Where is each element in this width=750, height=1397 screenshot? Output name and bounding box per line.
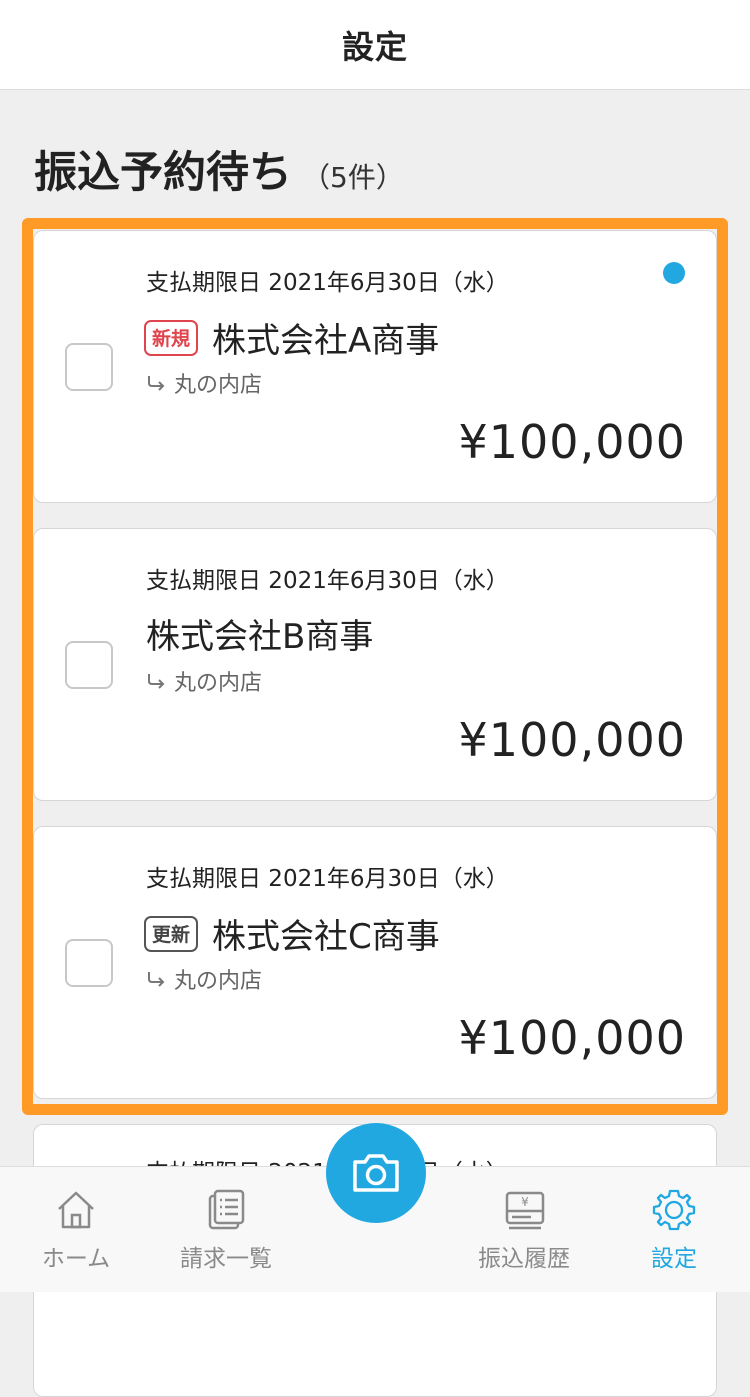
amount: ¥100,000 xyxy=(458,415,686,469)
due-date: 支払期限日 2021年6月30日（水） xyxy=(146,568,509,594)
tab-history[interactable]: ¥ 振込履歴 xyxy=(449,1167,599,1293)
unread-indicator xyxy=(663,262,685,284)
branch-row: 丸の内店 xyxy=(146,367,262,399)
tab-invoices-label: 請求一覧 xyxy=(180,1246,272,1272)
update-badge: 更新 xyxy=(144,915,199,952)
return-arrow-icon xyxy=(148,972,165,987)
transfer-history-icon: ¥ xyxy=(505,1191,545,1230)
section-title: 振込予約待ち xyxy=(34,148,292,198)
tab-home-label: ホーム xyxy=(41,1246,111,1272)
tab-history-label: 振込履歴 xyxy=(478,1246,570,1272)
transfer-card[interactable]: 支払期限日 2021年6月30日（水） 株式会社B商事 丸の内店 ¥100,00… xyxy=(33,528,717,801)
select-checkbox[interactable] xyxy=(65,939,113,987)
app-header: 設定 xyxy=(0,0,750,90)
tab-settings[interactable]: 設定 xyxy=(599,1167,749,1293)
company-name: 株式会社B商事 xyxy=(146,617,374,657)
tab-settings-label: 設定 xyxy=(651,1246,697,1272)
tab-home[interactable]: ホーム xyxy=(1,1167,151,1293)
new-badge: 新規 xyxy=(144,319,199,356)
company-name: 株式会社A商事 xyxy=(212,321,440,361)
section-count: （5件） xyxy=(302,161,404,194)
branch-row: 丸の内店 xyxy=(146,963,262,995)
tab-invoices[interactable]: 請求一覧 xyxy=(151,1167,301,1293)
amount: ¥100,000 xyxy=(458,1011,686,1065)
select-checkbox[interactable] xyxy=(65,343,113,391)
branch-row: 丸の内店 xyxy=(146,665,262,697)
branch-name: 丸の内店 xyxy=(174,671,263,696)
invoice-list-icon xyxy=(208,1189,245,1230)
branch-name: 丸の内店 xyxy=(174,969,263,994)
camera-button[interactable] xyxy=(326,1123,426,1223)
camera-icon xyxy=(353,1154,399,1192)
amount: ¥100,000 xyxy=(458,713,686,767)
section-heading: 振込予約待ち （5件） xyxy=(34,138,404,200)
page-title: 設定 xyxy=(341,27,408,66)
svg-text:¥: ¥ xyxy=(521,1195,529,1209)
select-checkbox[interactable] xyxy=(65,641,113,689)
gear-icon xyxy=(652,1189,696,1231)
home-icon xyxy=(58,1191,94,1229)
return-arrow-icon xyxy=(148,376,165,391)
due-date: 支払期限日 2021年6月30日（水） xyxy=(146,270,509,296)
transfer-card[interactable]: 支払期限日 2021年6月30日（水） 更新 株式会社C商事 丸の内店 ¥100… xyxy=(33,826,717,1099)
return-arrow-icon xyxy=(148,674,165,689)
branch-name: 丸の内店 xyxy=(174,373,263,398)
due-date: 支払期限日 2021年6月30日（水） xyxy=(146,866,509,892)
transfer-card[interactable]: 支払期限日 2021年6月30日（水） 新規 株式会社A商事 丸の内店 ¥100… xyxy=(33,230,717,503)
company-name: 株式会社C商事 xyxy=(212,917,440,957)
